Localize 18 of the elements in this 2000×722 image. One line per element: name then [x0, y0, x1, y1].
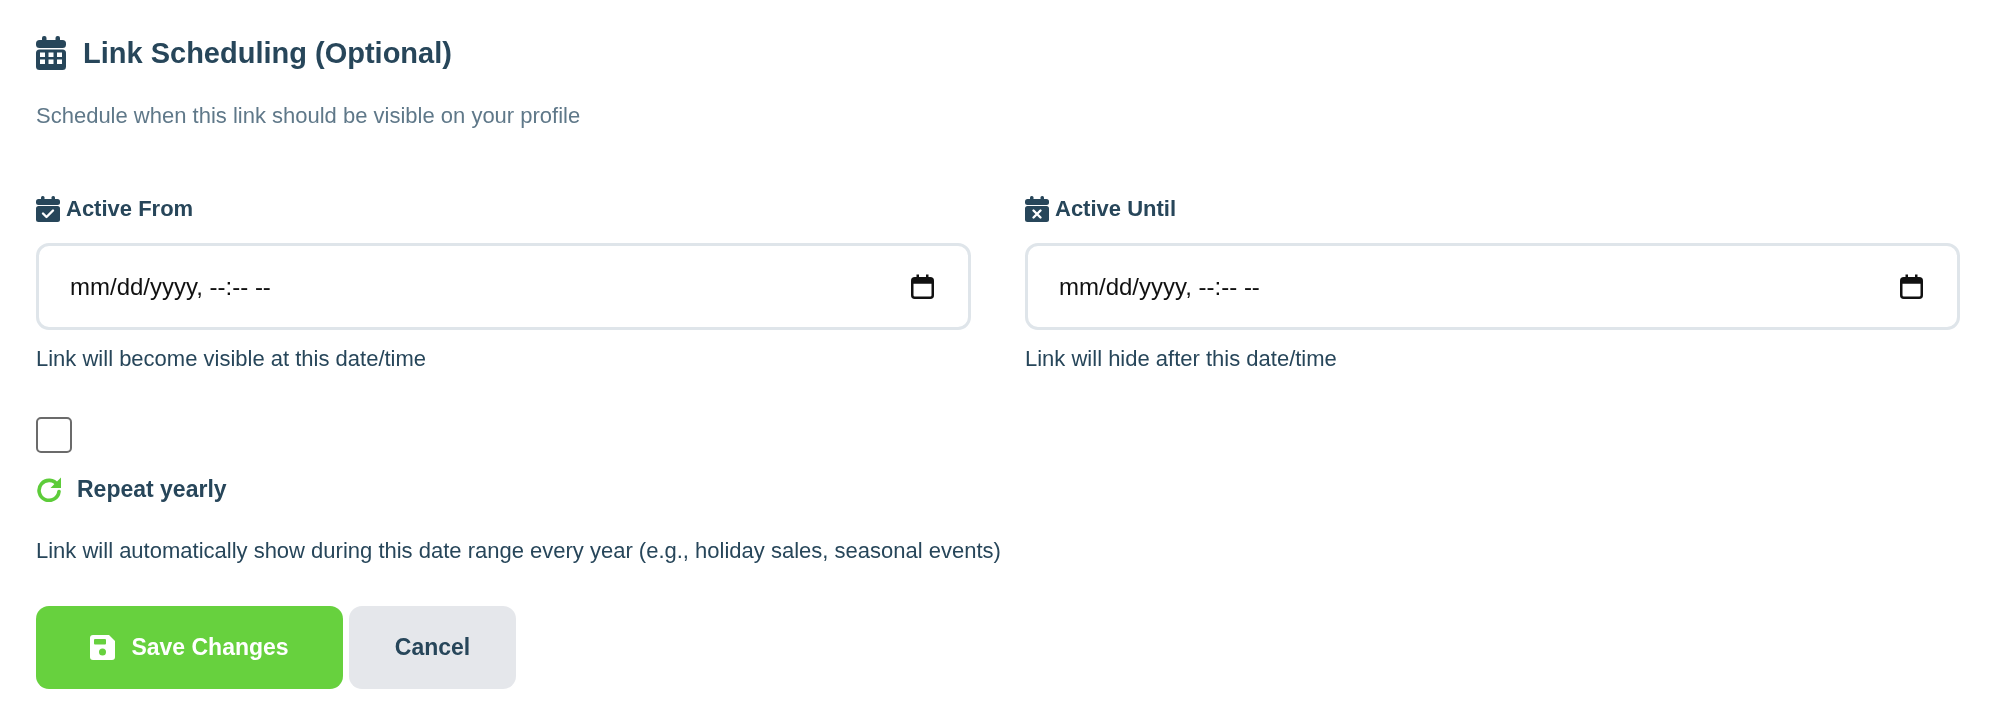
field-label: Active From: [66, 195, 194, 223]
cancel-button[interactable]: Cancel: [349, 606, 516, 689]
section-title: Link Scheduling (Optional): [83, 36, 452, 71]
date-time-field[interactable]: mm/dd/yyyy, --:-- --: [36, 243, 971, 330]
description-text: Link will automatically show during this date range every year (e.g., holiday sales, seasonal events): [36, 537, 1001, 565]
hint-text: Link will become visible at this date/time: [36, 345, 427, 373]
calendar-check-icon: [36, 196, 60, 222]
checkbox[interactable]: [36, 417, 72, 453]
hint-text: Link will hide after this date/time: [1025, 345, 1337, 373]
section-subtitle: Schedule when this link should be visible on your profile: [36, 102, 581, 130]
calendar-x-icon: [1025, 196, 1049, 222]
field-label: Active Until: [1055, 195, 1177, 223]
calendar-icon[interactable]: [1899, 274, 1924, 299]
checkbox-label: Repeat yearly: [77, 475, 227, 504]
calendar-icon: [36, 36, 66, 70]
calendar-icon[interactable]: [910, 274, 935, 299]
date-time-field[interactable]: mm/dd/yyyy, --:-- --: [1025, 243, 1960, 330]
circular-arrow-icon: [36, 476, 62, 502]
